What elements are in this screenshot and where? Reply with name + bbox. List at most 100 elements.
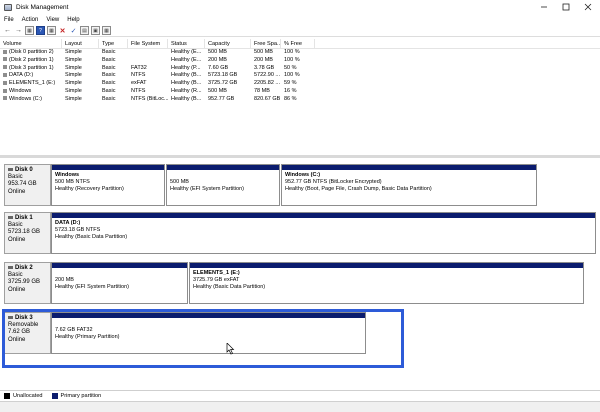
table-cell: FAT32 [131,64,147,71]
table-cell: Simple [65,80,82,87]
table-cell: 200 MB [254,56,273,63]
maximize-icon [562,3,570,11]
disk-type: Basic [8,174,23,181]
table-cell: Healthy (B... [171,80,202,87]
table-cell: 16 % [284,87,297,94]
table-row[interactable]: (Disk 0 partition 2) Simple Basic Healthy (… [0,49,600,57]
partition-disk2-efi[interactable]: ​ 200 MB Healthy (EFI System Partition) [51,262,188,304]
menu-action[interactable]: Action [22,17,39,23]
table-cell: Simple [65,95,82,102]
column-layout[interactable]: Layout [62,39,99,48]
layout-icon[interactable]: ▦ [102,26,111,35]
partition-name: ELEMENTS_1 (E:) [193,270,240,276]
volume-list-header: Volume Layout Type File System Status Ca… [0,39,600,49]
volume-name-cell: Windows (C:) [0,96,62,104]
volume-name: (Disk 0 partition 2) [9,49,54,55]
menu-help[interactable]: Help [67,17,79,23]
table-row[interactable]: (Disk 3 partition 1) Simple Basic FAT32 Heal… [0,65,600,73]
volume-name-cell: (Disk 0 partition 2) [0,49,62,57]
partition-disk0-windows-c[interactable]: Windows (C:) 952.77 GB NTFS (BitLocker E… [281,164,537,206]
forward-arrow-icon[interactable]: → [14,26,23,35]
disk-status: Online [8,286,26,293]
volume-name: (Disk 3 partition 1) [9,64,54,71]
volume-icon [3,57,7,62]
check-icon[interactable]: ✓ [69,26,78,35]
table-row[interactable]: Windows Simple Basic NTFS Healthy (R... 500 M… [0,88,600,96]
table-cell: NTFS [131,87,146,94]
partition-status: Healthy (Boot, Page File, Crash Dump, Ba… [285,186,432,193]
legend-bar: Unallocated Primary partition [0,390,600,401]
partition-name: Windows (C:) [285,172,321,178]
disk-size: 953.74 GB [8,181,37,188]
new-volume-icon[interactable]: ▣ [91,26,100,35]
table-row[interactable]: ELEMENTS_1 (E:) Simple Basic exFAT Healthy (… [0,80,600,88]
disk-status: Online [8,188,26,195]
disk-0-label[interactable]: Disk 0 Basic 953.74 GB Online [4,164,51,206]
table-row[interactable]: DATA (D:) Simple Basic NTFS Healthy (B... 572… [0,72,600,80]
close-button[interactable] [577,0,599,14]
table-row[interactable]: (Disk 2 partition 1) Simple Basic Healthy (… [0,57,600,65]
table-cell: NTFS [131,72,146,79]
volume-name: ELEMENTS_1 (E:) [9,80,56,87]
disk-icon [8,215,13,219]
menu-file[interactable]: File [4,17,14,23]
delete-icon[interactable]: ✕ [58,26,67,35]
disk-icon [8,265,13,269]
partition-status: Healthy (EFI System Partition) [55,284,129,291]
partition-disk0-efi[interactable]: ​ 500 MB Healthy (EFI System Partition) [166,164,280,206]
disk-2-label[interactable]: Disk 2 Basic 3725.99 GB Online [4,262,51,304]
volume-name-cell: ELEMENTS_1 (E:) [0,80,62,88]
partition-name: Windows [55,172,80,178]
volume-name-cell: Windows [0,88,62,96]
column-percent-free[interactable]: % Free [281,39,315,48]
menu-view[interactable]: View [46,17,59,23]
partition-size: 5723.18 GB NTFS [55,227,101,234]
partition-disk2-elements-e[interactable]: ELEMENTS_1 (E:) 3725.79 GB exFAT Healthy… [189,262,584,304]
partition-size: 200 MB [55,277,74,284]
back-arrow-icon[interactable]: ← [3,26,12,35]
title-bar: Disk Management [0,0,600,14]
column-type[interactable]: Type [99,39,128,48]
table-cell: Simple [65,56,82,63]
disk-type: Basic [8,272,23,279]
disk-1-label[interactable]: Disk 1 Basic 5723.18 GB Online [4,212,51,254]
partition-disk0-recovery[interactable]: Windows 500 MB NTFS Healthy (Recovery Pa… [51,164,165,206]
volume-name: (Disk 2 partition 1) [9,56,54,63]
minimize-button[interactable] [533,0,555,14]
table-cell: NTFS (BitLoc... [131,95,168,102]
disk-management-app-icon [4,3,12,11]
table-cell: 3725.72 GB [208,80,238,87]
volume-icon [3,80,7,85]
help-icon[interactable]: ? [36,26,45,35]
partition-name: DATA (D:) [55,220,81,226]
table-cell: 86 % [284,95,297,102]
disk-size: 3725.99 GB [8,279,41,286]
refresh-icon[interactable]: ▦ [47,26,56,35]
status-bar [0,401,600,412]
column-free-space[interactable]: Free Spa... [251,39,281,48]
properties-icon[interactable]: ▦ [25,26,34,35]
disk-name: Disk 1 [15,215,33,221]
table-cell: Simple [65,64,82,71]
table-cell: Simple [65,72,82,79]
partition-disk1-data-d[interactable]: DATA (D:) 5723.18 GB NTFS Healthy (Basic… [51,212,596,254]
table-row[interactable]: Windows (C:) Simple Basic NTFS (BitLoc... He… [0,96,600,104]
maximize-button[interactable] [555,0,577,14]
column-file-system[interactable]: File System [128,39,168,48]
table-cell: Basic [102,64,116,71]
table-cell: 100 % [284,72,300,79]
disk-status: Online [8,236,26,243]
partition-name: ​ [55,270,184,277]
column-capacity[interactable]: Capacity [205,39,251,48]
table-cell: 78 MB [254,87,270,94]
toolbar: ← → ▦ ? ▦ ✕ ✓ ▤ ▣ ▦ [0,25,600,37]
disk-name: Disk 2 [15,265,33,271]
properties-sheet-icon[interactable]: ▤ [80,26,89,35]
column-status[interactable]: Status [168,39,205,48]
volume-name: Windows (C:) [9,95,43,102]
disk-name: Disk 0 [15,167,33,173]
column-volume[interactable]: Volume [0,39,62,48]
table-cell [128,49,168,57]
window-title: Disk Management [16,3,69,11]
table-cell: 100 % [284,56,300,63]
